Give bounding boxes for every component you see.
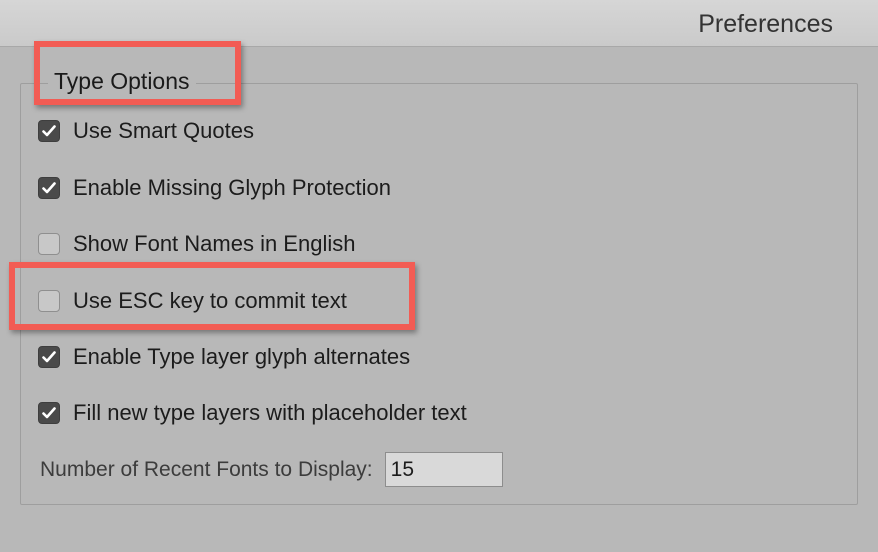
title-bar: Preferences — [0, 0, 878, 47]
checkmark-icon — [42, 407, 56, 419]
use-esc-key-to-commit-text-option[interactable]: Use ESC key to commit text — [38, 287, 347, 315]
show-font-names-in-english-checkbox[interactable] — [38, 233, 60, 255]
preferences-window: Preferences Type Options Use Smart Quote… — [0, 0, 878, 552]
show-font-names-in-english-label: Show Font Names in English — [73, 231, 356, 256]
recent-fonts-input[interactable] — [384, 452, 503, 487]
fill-new-type-layers-label: Fill new type layers with placeholder te… — [73, 400, 467, 425]
recent-fonts-row: Number of Recent Fonts to Display: — [40, 452, 503, 487]
type-options-legend: Type Options — [48, 65, 196, 97]
use-smart-quotes-checkbox[interactable] — [38, 120, 60, 142]
use-esc-key-to-commit-text-label: Use ESC key to commit text — [73, 288, 347, 313]
enable-missing-glyph-protection-label: Enable Missing Glyph Protection — [73, 175, 391, 200]
use-smart-quotes-label: Use Smart Quotes — [73, 118, 254, 143]
use-smart-quotes-option[interactable]: Use Smart Quotes — [38, 117, 254, 145]
checkmark-icon — [42, 351, 56, 363]
use-esc-key-to-commit-text-checkbox[interactable] — [38, 290, 60, 312]
recent-fonts-label: Number of Recent Fonts to Display: — [40, 457, 373, 481]
enable-type-layer-glyph-alternates-option[interactable]: Enable Type layer glyph alternates — [38, 343, 410, 371]
enable-missing-glyph-protection-checkbox[interactable] — [38, 177, 60, 199]
enable-type-layer-glyph-alternates-checkbox[interactable] — [38, 346, 60, 368]
fill-new-type-layers-option[interactable]: Fill new type layers with placeholder te… — [38, 399, 467, 427]
checkmark-icon — [42, 182, 56, 194]
show-font-names-in-english-option[interactable]: Show Font Names in English — [38, 230, 355, 258]
window-title: Preferences — [698, 10, 833, 38]
checkmark-icon — [42, 125, 56, 137]
fill-new-type-layers-checkbox[interactable] — [38, 402, 60, 424]
enable-missing-glyph-protection-option[interactable]: Enable Missing Glyph Protection — [38, 174, 391, 202]
enable-type-layer-glyph-alternates-label: Enable Type layer glyph alternates — [73, 344, 411, 369]
